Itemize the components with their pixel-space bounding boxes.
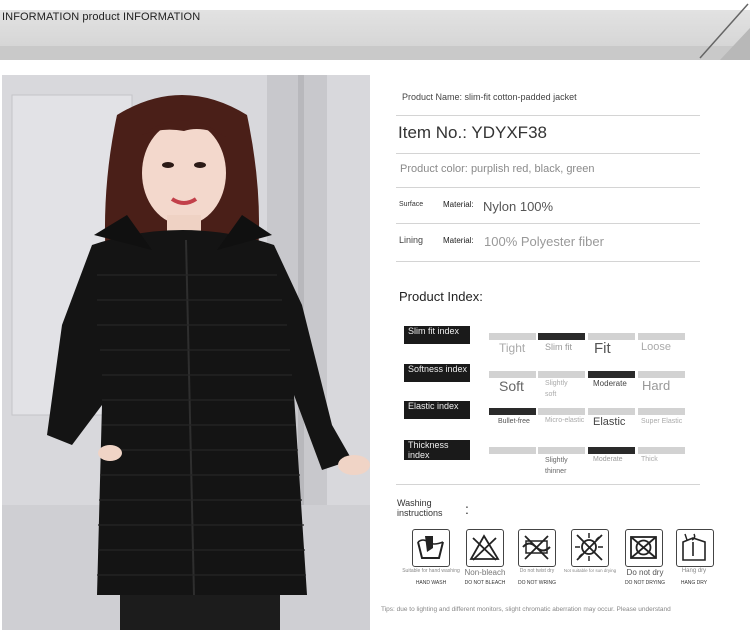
slim-fit-option-loose: Loose — [641, 341, 671, 353]
surface-material-label: Material: — [443, 200, 474, 209]
index-divider — [396, 484, 700, 485]
hang-dry-icon — [676, 529, 714, 567]
product-color-label: Product color: — [400, 163, 468, 175]
thickness-bar-thick — [638, 447, 685, 454]
model-jacket-image — [2, 75, 370, 630]
hand-wash-caption: Suitable for hand washing — [402, 568, 460, 574]
item-no-label: Item No.: — [398, 123, 467, 142]
softness-index-label: Softness index — [404, 364, 470, 382]
product-color-value: purplish red, black, green — [470, 163, 595, 175]
softness-bar-slightly-soft — [538, 371, 585, 378]
elastic-bar-super-elastic — [638, 408, 685, 415]
no-wring-icon — [518, 529, 556, 567]
elastic-bar-micro-elastic — [538, 408, 585, 415]
lining-material-row: Lining Material: 100% Polyester fiber — [396, 224, 700, 262]
non-bleach-icon — [466, 529, 504, 567]
slim-fit-option-fit: Fit — [594, 340, 611, 357]
no-tumble-dry-caption: Not suitable for sun drying — [563, 568, 617, 573]
slim-fit-bar-slim-fit — [538, 333, 585, 340]
do-not-dry-icon — [625, 529, 663, 567]
elastic-option-elastic: Elastic — [593, 416, 626, 428]
slim-fit-index-label: Slim fit index — [404, 326, 470, 344]
elastic-option-micro-elastic: Micro-elastic — [545, 417, 585, 424]
slim-fit-option-tight: Tight — [499, 341, 526, 355]
product-name-label: Product Name: — [402, 92, 463, 102]
non-bleach-caption: Non-bleach — [464, 568, 506, 577]
section-title: INFORMATION product INFORMATION — [2, 11, 201, 23]
slim-fit-bar-loose — [638, 333, 685, 340]
item-no-row: Item No.: YDYXF38 — [396, 116, 700, 154]
softness-bar-moderate — [588, 371, 635, 378]
product-photo — [2, 75, 370, 630]
hang-dry-caption-en: HANG DRY — [680, 580, 708, 586]
hang-dry-caption: Hang dry — [681, 568, 707, 574]
no-tumble-dry-icon — [571, 529, 609, 567]
header-band — [0, 46, 750, 60]
thickness-index-label: Thickness index — [404, 440, 470, 460]
lining-label: Lining — [399, 235, 424, 245]
product-name-row: Product Name: slim-fit cotton-padded jac… — [396, 84, 700, 116]
softness-option-moderate: Moderate — [593, 379, 627, 388]
elastic-option-bullet-free: Bullet-free — [498, 418, 530, 425]
surface-material-row: Surface Material: Nylon 100% — [396, 188, 700, 224]
surface-material-value: Nylon 100% — [483, 199, 554, 214]
softness-bar-soft — [489, 371, 536, 378]
slim-fit-option-slim-fit: Slim fit — [545, 342, 572, 352]
hand-wash-icon — [412, 529, 450, 567]
surface-label: Surface — [399, 201, 424, 208]
thickness-bar-moderate — [588, 447, 635, 454]
thickness-option-slightly-thinner: Slightly thinner — [545, 457, 568, 475]
softness-bar-hard — [638, 371, 685, 378]
slim-fit-bar-fit — [588, 333, 635, 340]
lining-material-label: Material: — [443, 236, 474, 245]
no-wring-caption: Do not twist dry — [519, 568, 555, 574]
hand-wash-caption-en: HAND WASH — [415, 580, 447, 586]
lining-material-value: 100% Polyester fiber — [484, 234, 604, 249]
thickness-option-moderate: Moderate — [593, 456, 623, 463]
product-color-row: Product color: purplish red, black, gree… — [396, 154, 700, 188]
product-name-value: slim-fit cotton-padded jacket — [464, 92, 577, 102]
product-index-title: Product Index: — [399, 289, 483, 304]
washing-title: Washing instructions — [397, 498, 443, 518]
thickness-bar-thin — [489, 447, 536, 454]
elastic-option-super-elastic: Super Elastic — [641, 418, 683, 425]
softness-option-hard: Hard — [642, 378, 671, 393]
softness-option-soft: Soft — [499, 378, 524, 394]
elastic-bar-bullet-free — [489, 408, 536, 415]
elastic-bar-elastic — [588, 408, 635, 415]
washing-colon: : — [465, 501, 469, 517]
elastic-index-label: Elastic index — [404, 401, 470, 419]
thickness-option-thick: Thick — [641, 456, 658, 463]
item-no-value: YDYXF38 — [471, 123, 547, 142]
softness-option-slightly-soft: Slightly soft — [545, 380, 568, 398]
corner-decoration-icon — [699, 3, 750, 60]
non-bleach-caption-en: DO NOT BLEACH — [464, 580, 506, 586]
no-wring-caption-en: DO NOT WRING — [518, 580, 556, 586]
tips-text: Tips: due to lighting and different moni… — [381, 606, 671, 613]
slim-fit-bar-tight — [489, 333, 536, 340]
thickness-bar-slightly-thinner — [538, 447, 585, 454]
